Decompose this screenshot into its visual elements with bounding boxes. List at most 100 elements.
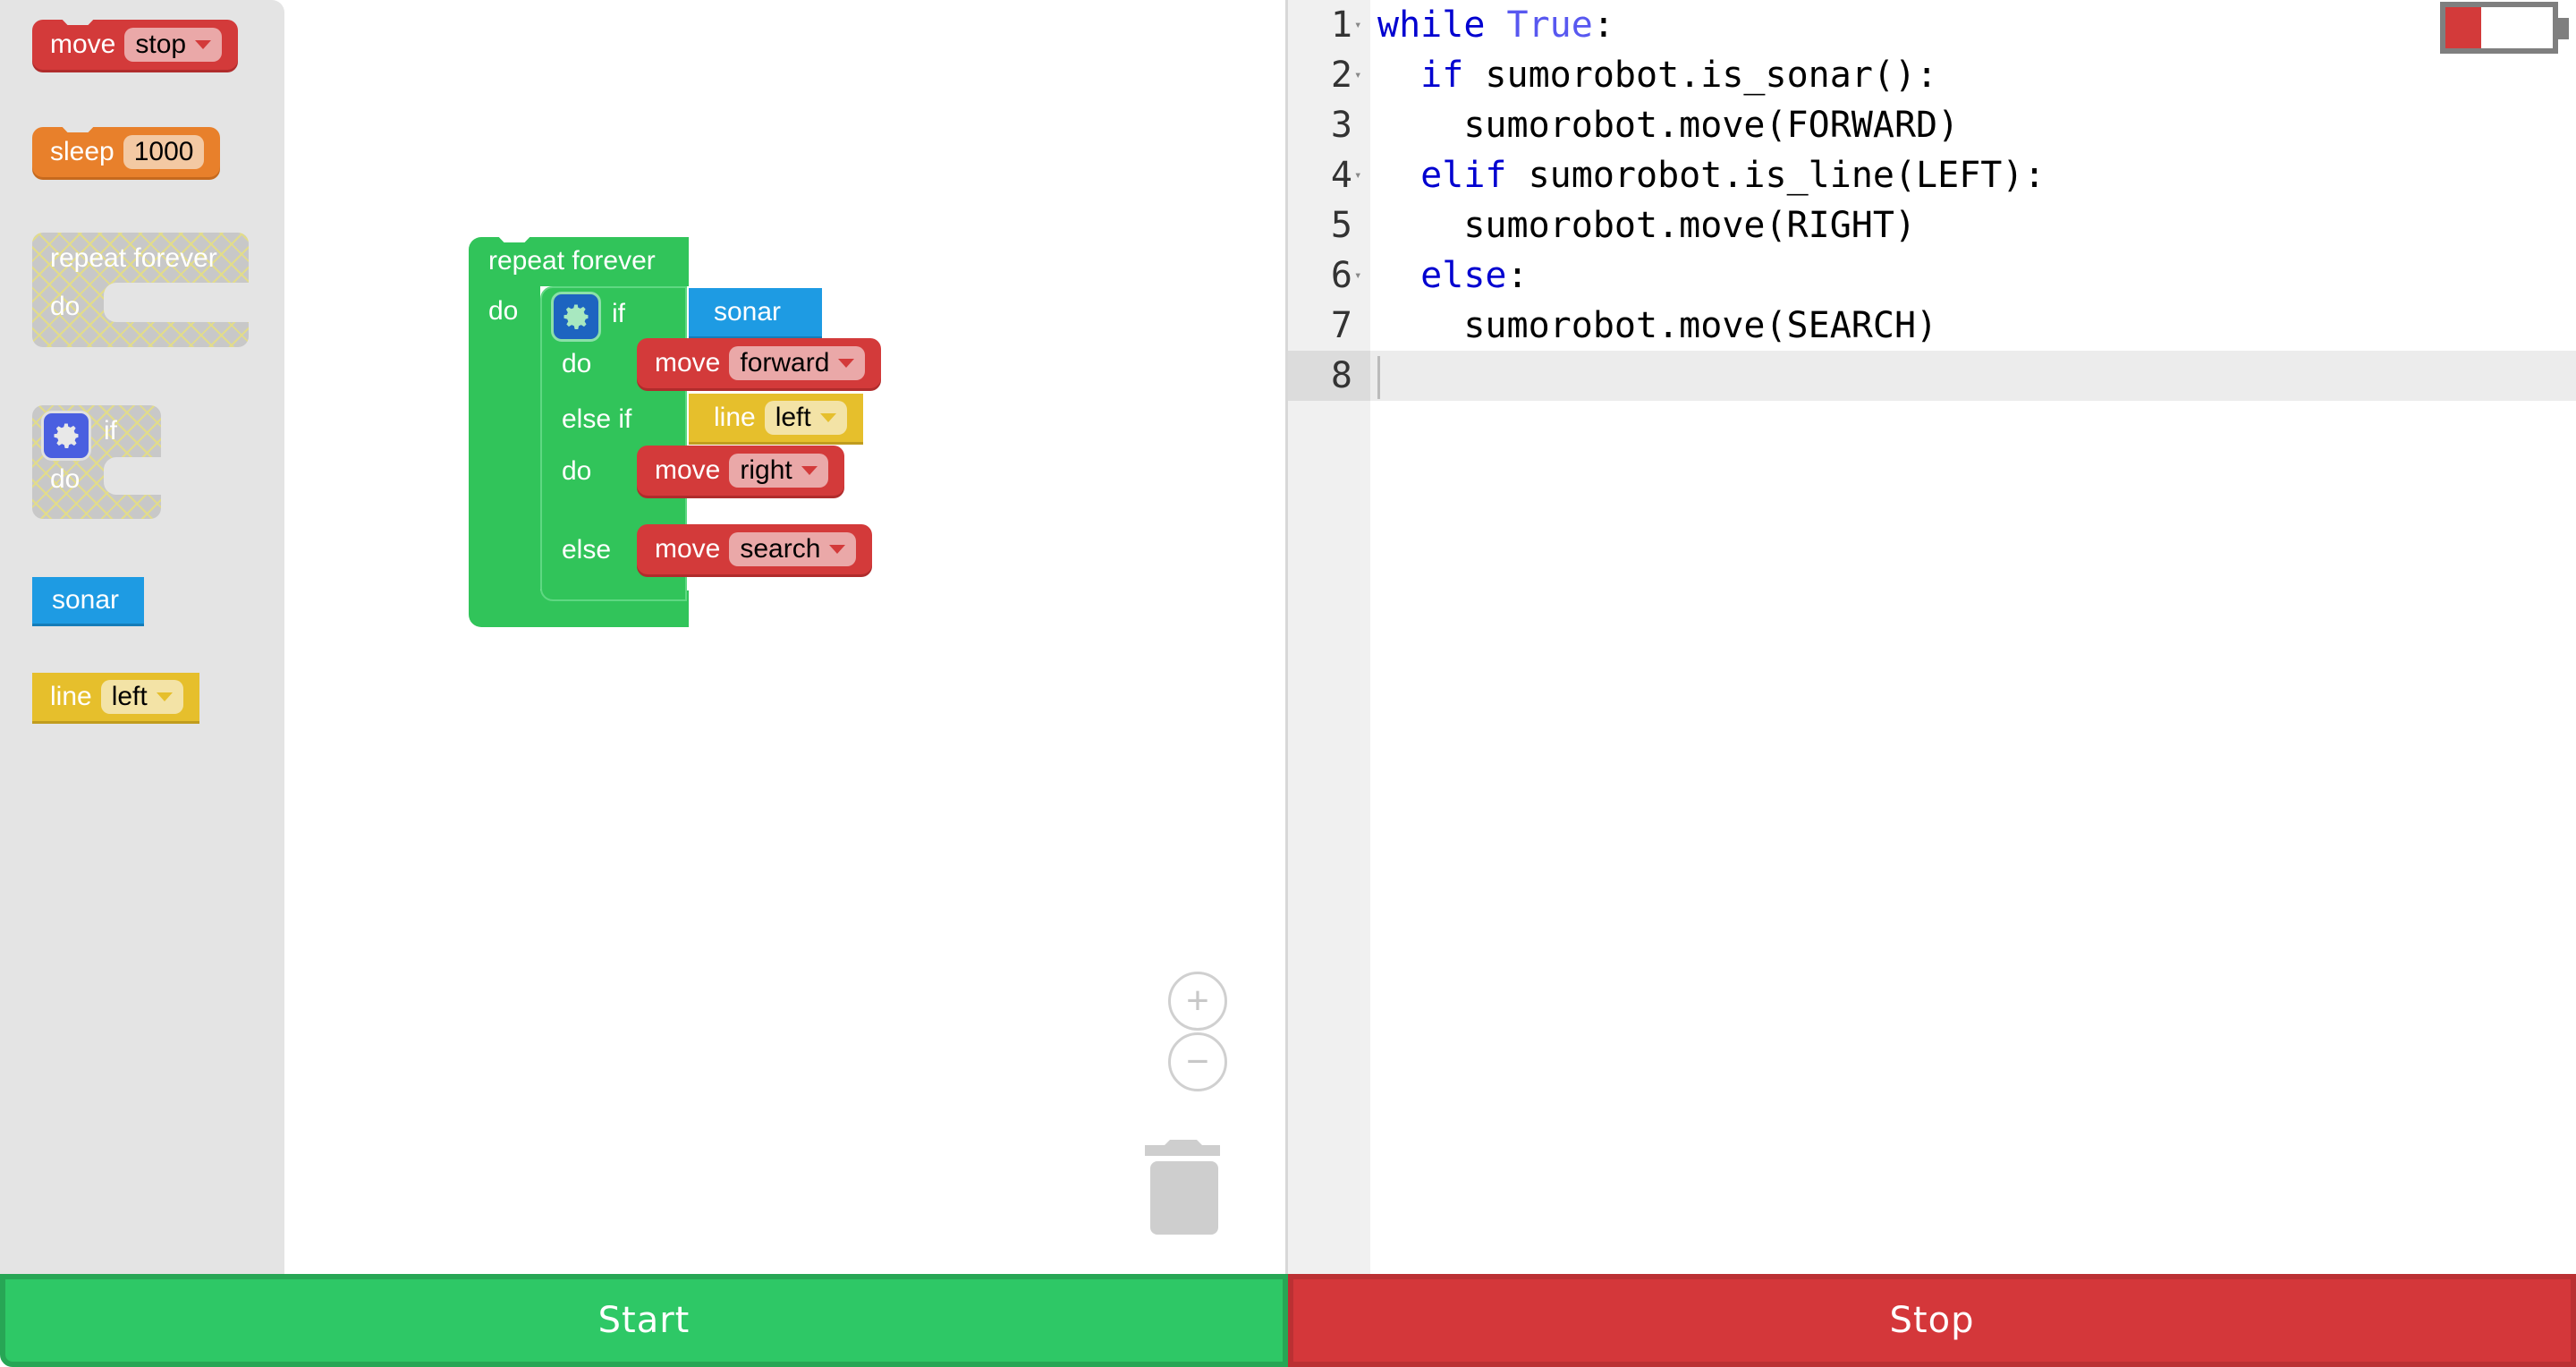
- toolbox-if-block[interactable]: if do: [32, 405, 161, 519]
- toolbox-line-block[interactable]: line left: [32, 673, 199, 721]
- dropdown-value: forward: [740, 348, 830, 378]
- block-label: repeat forever: [488, 246, 656, 276]
- move-forward-block[interactable]: move forward: [637, 338, 882, 388]
- code-line[interactable]: 5 sumorobot.move(RIGHT): [1288, 200, 2576, 250]
- trash-can[interactable]: [1145, 1136, 1222, 1235]
- code-line[interactable]: 8: [1288, 351, 2576, 401]
- fold-arrow-icon[interactable]: ▾: [1354, 50, 1361, 100]
- block-label: sonar: [714, 297, 782, 327]
- block-label: do: [50, 292, 80, 321]
- toolbox-sleep-block[interactable]: sleep 1000: [32, 122, 221, 177]
- fold-arrow-icon[interactable]: ▾: [1354, 150, 1361, 200]
- block-label: repeat forever: [50, 243, 217, 273]
- toolbox-move-block[interactable]: move stop: [32, 14, 239, 70]
- start-button[interactable]: Start: [0, 1274, 1288, 1367]
- block-label: do: [488, 296, 519, 326]
- chevron-down-icon: [829, 545, 846, 554]
- line-number: 4: [1330, 155, 1352, 196]
- code-editor[interactable]: 1 ▾ while True: 2 ▾ if sumorobot.is_sonar():…: [1288, 0, 2576, 1274]
- code-text: sumorobot.move(SEARCH): [1377, 305, 1938, 346]
- side-dropdown[interactable]: left: [764, 401, 847, 435]
- line-number: 7: [1330, 305, 1352, 346]
- toolbox-repeat-block[interactable]: repeat forever do: [32, 233, 249, 347]
- block-slot: [104, 457, 161, 495]
- code-line[interactable]: 1 ▾ while True:: [1288, 0, 2576, 50]
- code-text: else:: [1420, 255, 1529, 296]
- battery-level: [2445, 7, 2481, 48]
- code-line[interactable]: 2 ▾ if sumorobot.is_sonar():: [1288, 50, 2576, 100]
- code-text: elif sumorobot.is_line(LEFT):: [1420, 155, 2046, 196]
- stop-button[interactable]: Stop: [1288, 1274, 2576, 1367]
- block-label: move: [50, 30, 116, 59]
- zoom-in-button[interactable]: +: [1168, 972, 1227, 1031]
- line-number: 6: [1330, 255, 1352, 296]
- direction-dropdown[interactable]: search: [729, 532, 857, 566]
- dropdown-value: search: [740, 534, 821, 564]
- block-label: line: [50, 682, 92, 711]
- block-label: do: [50, 464, 80, 494]
- block-label: else: [562, 535, 612, 565]
- move-search-block[interactable]: move search: [637, 524, 873, 574]
- toolbox-sonar-block[interactable]: sonar: [32, 577, 145, 624]
- text-cursor: [1377, 356, 1380, 399]
- block-label: else if: [562, 404, 632, 434]
- block-label: sleep: [50, 137, 114, 166]
- direction-dropdown[interactable]: forward: [729, 346, 866, 380]
- line-number: 2: [1330, 55, 1352, 96]
- line-number: 3: [1330, 105, 1352, 146]
- code-line[interactable]: 6 ▾ else:: [1288, 250, 2576, 301]
- chevron-down-icon: [801, 466, 818, 475]
- line-number: 5: [1330, 205, 1352, 246]
- start-label: Start: [597, 1300, 691, 1341]
- line-number: 1: [1330, 4, 1352, 46]
- dropdown-value: left: [111, 682, 148, 711]
- block-label: if: [612, 299, 625, 328]
- trash-icon: [1145, 1140, 1220, 1235]
- line-number: 8: [1288, 351, 1370, 401]
- code-line[interactable]: 7 sumorobot.move(SEARCH): [1288, 301, 2576, 351]
- code-line[interactable]: 3 sumorobot.move(FORWARD): [1288, 100, 2576, 150]
- sleep-value-field[interactable]: 1000: [123, 135, 205, 169]
- fold-arrow-icon[interactable]: ▾: [1354, 250, 1361, 301]
- code-text: sumorobot.move(RIGHT): [1377, 205, 1917, 246]
- blocks-workspace[interactable]: repeat forever do if do else if do else …: [284, 0, 1288, 1274]
- chevron-down-icon: [156, 692, 173, 701]
- direction-dropdown[interactable]: right: [729, 454, 828, 488]
- battery-icon: [2440, 2, 2558, 54]
- block-label: if: [104, 416, 117, 446]
- direction-dropdown[interactable]: stop: [124, 28, 223, 62]
- code-text: sumorobot.move(FORWARD): [1377, 105, 1960, 146]
- block-label: sonar: [52, 585, 120, 615]
- chevron-down-icon: [819, 413, 836, 422]
- plus-icon: +: [1186, 979, 1209, 1023]
- gear-icon[interactable]: [41, 411, 91, 461]
- block-notch: [57, 14, 98, 25]
- line-condition-block[interactable]: line left: [689, 394, 863, 442]
- chevron-down-icon: [195, 40, 212, 49]
- block-label: move: [655, 348, 721, 378]
- stop-label: Stop: [1889, 1300, 1975, 1341]
- dropdown-value: left: [775, 403, 811, 432]
- toolbox: move stop sleep 1000 repeat forever do i…: [0, 0, 284, 1274]
- code-line[interactable]: 4 ▾ elif sumorobot.is_line(LEFT):: [1288, 150, 2576, 200]
- fold-arrow-icon[interactable]: ▾: [1354, 0, 1361, 50]
- code-text: while True:: [1377, 4, 1614, 46]
- minus-icon: −: [1186, 1040, 1209, 1083]
- dropdown-value: right: [740, 455, 792, 485]
- block-label: do: [562, 349, 592, 378]
- zoom-out-button[interactable]: −: [1168, 1032, 1227, 1091]
- chevron-down-icon: [838, 359, 855, 368]
- battery-terminal: [2558, 18, 2569, 39]
- block-label: do: [562, 456, 592, 486]
- block-slot: [104, 283, 249, 322]
- block-label: move: [655, 455, 721, 485]
- block-label: line: [714, 403, 756, 432]
- code-text: if sumorobot.is_sonar():: [1420, 55, 1938, 96]
- code-text: [1377, 351, 1380, 401]
- block-notch: [57, 122, 98, 132]
- gear-icon[interactable]: [551, 292, 601, 342]
- side-dropdown[interactable]: left: [100, 680, 183, 714]
- dropdown-value: stop: [135, 30, 187, 59]
- sonar-condition-block[interactable]: sonar: [689, 288, 823, 336]
- move-right-block[interactable]: move right: [637, 446, 844, 496]
